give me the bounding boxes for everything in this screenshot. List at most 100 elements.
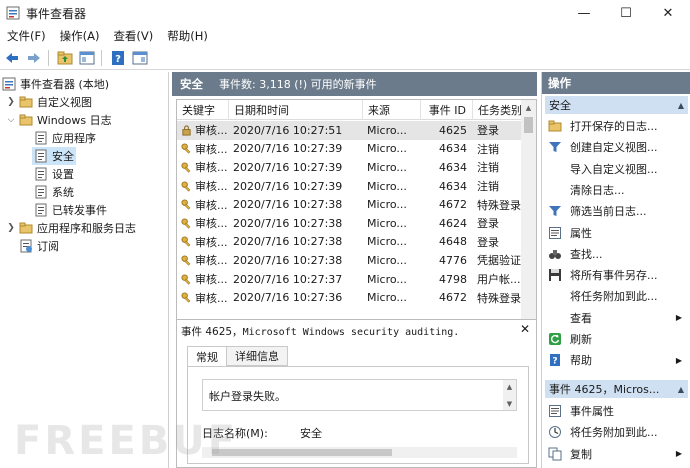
table-row[interactable]: 审核... 2020/7/16 10:27:39 Micro... 4634 注销 [177, 158, 522, 177]
action-item[interactable]: 筛选当前日志... [545, 201, 688, 221]
event-viewer-icon [6, 6, 20, 20]
action-item[interactable]: 复制 ▶ [545, 444, 688, 464]
column-event-id[interactable]: 事件 ID [421, 100, 473, 120]
table-cell: 4672 [421, 291, 473, 304]
action-item[interactable]: ? 帮助 ▶ [545, 350, 688, 370]
scroll-thumb[interactable] [212, 449, 392, 456]
maximize-button[interactable]: ☐ [606, 0, 646, 26]
action-item[interactable]: 将任务附加到此... [545, 422, 688, 442]
action-item[interactable]: 刷新 [545, 329, 688, 349]
table-cell: Micro... [363, 291, 421, 304]
tree-item-label: 已转发事件 [52, 204, 107, 217]
tab-details[interactable]: 详细信息 [226, 346, 288, 366]
action-item[interactable]: 将所有事件另存... [545, 265, 688, 285]
tree-item-windows-logs[interactable]: ⌵ Windows 日志 [6, 111, 112, 129]
column-source[interactable]: 来源 [363, 100, 421, 120]
close-button[interactable]: ✕ [648, 0, 688, 26]
menu-view[interactable]: 查看(V) [106, 28, 160, 44]
back-button[interactable] [2, 48, 22, 68]
key-icon [181, 143, 191, 155]
back-arrow-icon [6, 52, 18, 63]
tree-item-subscriptions[interactable]: 订阅 [19, 237, 59, 255]
tree-root[interactable]: 事件查看器 (本地) [2, 75, 109, 93]
log-icon [35, 203, 47, 217]
tab-general[interactable]: 常规 [187, 346, 227, 367]
menu-bar: 文件(F) 操作(A) 查看(V) 帮助(H) [0, 26, 690, 46]
message-scrollbar[interactable]: ▲ ▼ [503, 380, 516, 410]
table-cell: 4648 [421, 235, 473, 248]
column-datetime[interactable]: 日期和时间 [229, 100, 363, 120]
cell-text: 审核... [195, 142, 228, 156]
table-row[interactable]: 审核... 2020/7/16 10:27:37 Micro... 4798 用户帐..… [177, 270, 522, 289]
table-row[interactable]: 审核... 2020/7/16 10:27:36 Micro... 4672 特殊登录 [177, 288, 522, 307]
menu-file[interactable]: 文件(F) [0, 28, 53, 44]
table-row[interactable]: 审核... 2020/7/16 10:27:51 Micro... 4625 登录 [177, 121, 522, 140]
table-cell: 特殊登录 [473, 197, 522, 213]
tree-item-custom-views[interactable]: ❯ 自定义视图 [6, 93, 92, 111]
chevron-right-icon[interactable]: ❯ [6, 97, 16, 107]
tree-item-security[interactable]: 安全 [32, 147, 76, 165]
table-row[interactable]: 审核... 2020/7/16 10:27:39 Micro... 4634 注销 [177, 177, 522, 196]
tree-item-setup[interactable]: 设置 [34, 165, 74, 183]
cell-text: Micro... [367, 291, 407, 305]
table-row[interactable]: 审核... 2020/7/16 10:27:38 Micro... 4624 登录 [177, 214, 522, 233]
table-row[interactable]: 审核... 2020/7/16 10:27:38 Micro... 4648 登录 [177, 233, 522, 252]
forward-button[interactable] [24, 48, 44, 68]
scroll-thumb[interactable] [524, 117, 533, 133]
event-message[interactable]: 帐户登录失败。 ▲ ▼ [202, 379, 517, 411]
close-icon[interactable]: ✕ [520, 322, 530, 336]
event-list-header: 关键字 日期和时间 来源 事件 ID 任务类别 [177, 100, 522, 120]
tree-item-application[interactable]: 应用程序 [34, 129, 96, 147]
collapse-up-icon[interactable]: ▲ [678, 385, 684, 394]
action-item[interactable]: 属性 [545, 223, 688, 243]
column-keyword[interactable]: 关键字 [177, 100, 229, 120]
chevron-right-icon[interactable]: ❯ [6, 223, 16, 233]
minimize-button[interactable]: — [564, 0, 604, 26]
action-item[interactable]: 查找... [545, 244, 688, 264]
action-item[interactable]: 将任务附加到此... [545, 286, 688, 306]
log-icon [35, 149, 47, 163]
show-hide-tree-button[interactable] [77, 48, 97, 68]
action-item[interactable]: 创建自定义视图... [545, 137, 688, 157]
table-cell: 用户帐... [473, 271, 522, 287]
cell-text: 登录 [477, 235, 499, 249]
action-item[interactable]: 导入自定义视图... [545, 159, 688, 179]
cell-text: 审核... [195, 161, 228, 175]
tree-item-system[interactable]: 系统 [34, 183, 74, 201]
properties-icon [548, 226, 562, 240]
filter-icon [548, 204, 562, 218]
actions-section-event[interactable]: 事件 4625，Micros... ▲ [545, 380, 688, 398]
chevron-down-icon[interactable]: ⌵ [6, 115, 16, 125]
action-label: 导入自定义视图... [570, 162, 658, 176]
table-row[interactable]: 审核... 2020/7/16 10:27:39 Micro... 4634 注销 [177, 140, 522, 159]
action-item[interactable]: 事件属性 [545, 401, 688, 421]
menu-help[interactable]: 帮助(H) [160, 28, 215, 44]
table-row[interactable]: 审核... 2020/7/16 10:27:38 Micro... 4776 凭据验证 [177, 251, 522, 270]
scroll-up-icon[interactable]: ▲ [521, 100, 536, 115]
tree-item-apps-services-logs[interactable]: ❯ 应用程序和服务日志 [6, 219, 136, 237]
up-level-button[interactable] [55, 48, 75, 68]
svg-text:?: ? [552, 357, 557, 367]
action-item[interactable]: 查看 ▶ [545, 308, 688, 328]
scroll-down-icon[interactable]: ▼ [503, 397, 516, 410]
log-icon [35, 185, 47, 199]
show-hide-action-pane-button[interactable] [130, 48, 150, 68]
scroll-up-icon[interactable]: ▲ [503, 380, 516, 393]
table-cell: 2020/7/16 10:27:38 [229, 235, 363, 248]
table-cell: 注销 [473, 178, 522, 194]
action-item[interactable]: 打开保存的日志... [545, 116, 688, 136]
key-icon [181, 292, 191, 303]
actions-section-security[interactable]: 安全 ▲ [545, 96, 688, 114]
action-label: 筛选当前日志... [570, 205, 647, 219]
column-task-category[interactable]: 任务类别 [473, 100, 522, 120]
collapse-up-icon[interactable]: ▲ [678, 101, 684, 110]
help-button[interactable]: ? [108, 48, 128, 68]
action-item[interactable]: 清除日志... [545, 180, 688, 200]
menu-action[interactable]: 操作(A) [53, 28, 107, 44]
cell-text: 注销 [477, 161, 499, 175]
action-label: 属性 [570, 226, 592, 240]
table-row[interactable]: 审核... 2020/7/16 10:27:38 Micro... 4672 特殊登录 [177, 195, 522, 214]
save-icon [548, 268, 562, 282]
tree-item-forwarded-events[interactable]: 已转发事件 [34, 201, 107, 219]
detail-horizontal-scrollbar[interactable] [202, 447, 517, 458]
